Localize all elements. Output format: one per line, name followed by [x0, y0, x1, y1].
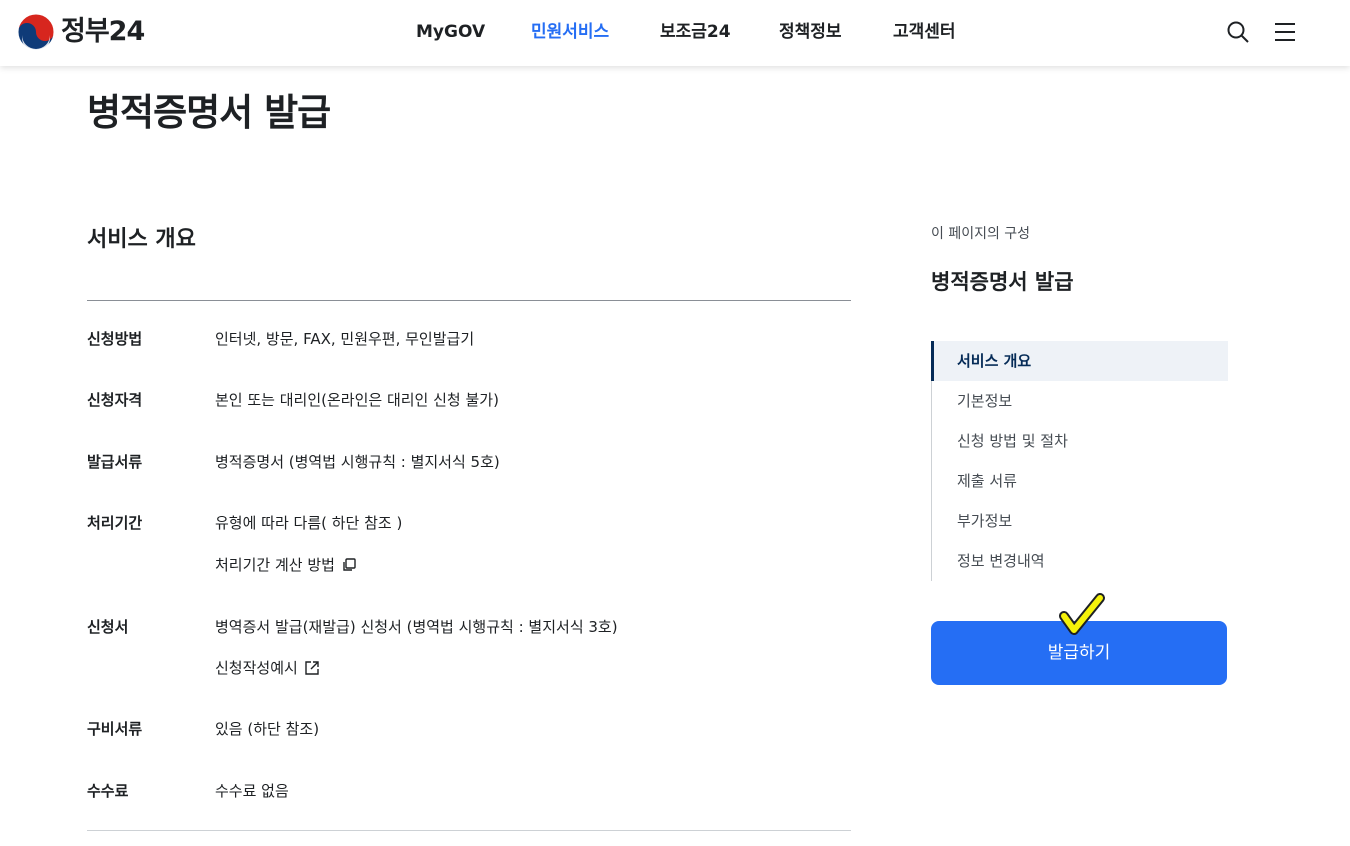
menu-icon[interactable] — [1274, 20, 1296, 48]
toc-title: 병적증명서 발급 — [931, 270, 1074, 294]
site-logo[interactable]: 정부24 — [17, 13, 145, 51]
row-value-method: 인터넷, 방문, FAX, 민원우편, 무인발급기 — [215, 330, 475, 348]
row-value-application-form: 병역증서 발급(재발급) 신청서 (병역법 시행규칙 : 별지서식 3호) — [215, 618, 618, 636]
toc-item-change-history[interactable]: 정보 변경내역 — [932, 541, 1228, 581]
external-link-icon — [305, 661, 319, 675]
row-value-required-docs: 있음 (하단 참조) — [215, 720, 320, 738]
toc-item-additional-info[interactable]: 부가정보 — [932, 501, 1228, 541]
processing-time-calc-link[interactable]: 처리기간 계산 방법 — [215, 554, 357, 576]
copy-window-icon — [343, 558, 356, 571]
checkmark-annotation-icon — [1059, 593, 1105, 635]
nav-policy-info[interactable]: 정책정보 — [779, 20, 842, 44]
row-value-eligibility: 본인 또는 대리인(온라인은 대리인 신청 불가) — [215, 391, 499, 409]
application-example-link[interactable]: 신청작성예시 — [215, 657, 320, 679]
row-label-application-form: 신청서 — [87, 618, 129, 636]
row-label-method: 신청방법 — [87, 330, 143, 348]
row-label-eligibility: 신청자격 — [87, 391, 143, 409]
section-title-overview: 서비스 개요 — [87, 227, 196, 252]
toc-item-overview[interactable]: 서비스 개요 — [931, 341, 1228, 381]
row-label-document: 발급서류 — [87, 453, 143, 471]
toc-list: 서비스 개요 기본정보 신청 방법 및 절차 제출 서류 부가정보 정보 변경내… — [931, 341, 1228, 581]
page-title: 병적증명서 발급 — [87, 91, 331, 134]
divider — [87, 300, 851, 301]
row-label-required-docs: 구비서류 — [87, 720, 143, 738]
row-value-processing-time: 유형에 따라 다름( 하단 참조 ) — [215, 514, 403, 532]
site-header: 정부24 MyGOV 민원서비스 보조금24 정책정보 고객센터 — [0, 0, 1350, 66]
nav-subsidy[interactable]: 보조금24 — [660, 20, 731, 44]
search-icon[interactable] — [1226, 20, 1250, 48]
logo-text: 정부24 — [61, 16, 145, 47]
nav-civil-service[interactable]: 민원서비스 — [531, 20, 609, 44]
row-label-processing-time: 처리기간 — [87, 514, 143, 532]
toc-item-submit-docs[interactable]: 제출 서류 — [932, 461, 1228, 501]
toc-item-procedure[interactable]: 신청 방법 및 절차 — [932, 421, 1228, 461]
row-label-fee: 수수료 — [87, 782, 129, 800]
application-example-label: 신청작성예시 — [215, 659, 298, 677]
processing-time-calc-label: 처리기간 계산 방법 — [215, 556, 335, 574]
taegeuk-emblem-icon — [17, 13, 55, 51]
row-value-fee: 수수료 없음 — [215, 782, 289, 800]
nav-customer-center[interactable]: 고객센터 — [893, 20, 956, 44]
toc-item-basic-info[interactable]: 기본정보 — [932, 381, 1228, 421]
nav-mygov[interactable]: MyGOV — [416, 20, 485, 44]
row-value-document: 병적증명서 (병역법 시행규칙 : 별지서식 5호) — [215, 453, 500, 471]
toc-caption: 이 페이지의 구성 — [931, 226, 1031, 242]
divider — [87, 830, 851, 831]
